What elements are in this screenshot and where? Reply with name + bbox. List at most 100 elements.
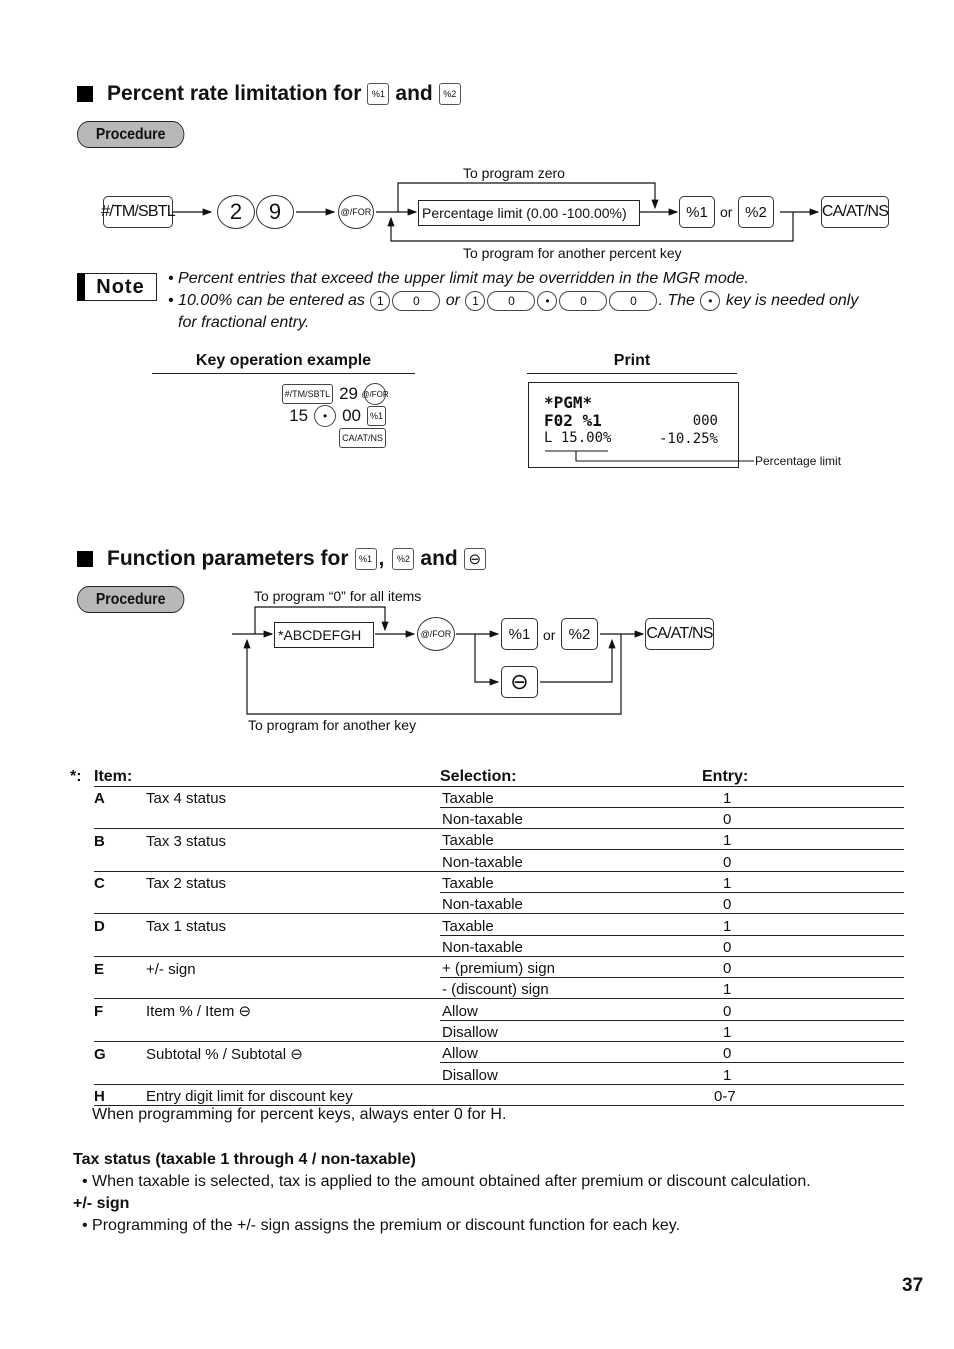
key-for: @/FOR	[417, 617, 455, 651]
selection-cell: Taxable	[440, 871, 702, 893]
entry-cell: 0	[702, 935, 904, 957]
selection-cell: Non-taxable	[440, 807, 702, 830]
item-letter	[94, 977, 146, 1000]
item-letter: H	[94, 1084, 146, 1106]
item-name	[146, 807, 440, 830]
spacer-cell	[70, 978, 94, 999]
item-name: Tax 4 status	[146, 790, 227, 808]
spacer-cell	[70, 935, 94, 956]
table-row: - (discount) sign 1	[70, 977, 904, 1000]
selection-cell: Non-taxable	[440, 935, 702, 957]
item-name	[146, 892, 440, 915]
selection-cell: Disallow	[440, 1020, 702, 1043]
spacer-cell	[70, 1042, 94, 1063]
item-name: Tax 3 status	[146, 832, 227, 850]
entry-cell: 1	[702, 871, 904, 893]
tax-status-text: • When taxable is selected, tax is appli…	[82, 1173, 811, 1190]
spacer-cell	[70, 829, 94, 850]
col-star: *:	[70, 768, 82, 785]
entry-cell: 1	[702, 913, 904, 936]
item-name	[146, 849, 440, 872]
table-row: E +/- sign + (premium) sign 0	[70, 956, 904, 979]
sign-text: • Programming of the +/- sign assigns th…	[82, 1217, 681, 1234]
item-name: Item % / Item ⊖	[146, 1003, 252, 1021]
label-program-another-key: To program for another key	[248, 717, 417, 733]
col-entry: Entry:	[702, 762, 904, 787]
spacer-cell	[70, 850, 94, 871]
spacer-cell	[70, 914, 94, 935]
selection-cell	[440, 1084, 702, 1106]
tax-status-heading: Tax status (taxable 1 through 4 / non-ta…	[73, 1151, 416, 1168]
table-row: A Tax 4 status Taxable 1	[70, 786, 904, 808]
page-number: 37	[902, 1275, 924, 1296]
selection-cell: Allow	[440, 1041, 702, 1064]
spacer-cell	[70, 807, 94, 828]
col-item: Item:	[94, 762, 440, 787]
item-letter: B	[94, 832, 105, 850]
entry-cell: 1	[702, 828, 904, 851]
item-name: Tax 1 status	[146, 918, 227, 936]
abcdefgh-box: *ABCDEFGH	[274, 622, 374, 648]
spacer-cell	[70, 892, 94, 913]
sign-heading: +/- sign	[73, 1195, 130, 1212]
spacer-cell	[70, 871, 94, 892]
item-letter	[94, 1062, 146, 1085]
item-letter: F	[94, 1003, 104, 1021]
selection-cell: Allow	[440, 998, 702, 1021]
entry-cell: 0	[702, 1041, 904, 1064]
table-row: Disallow 1	[70, 1020, 904, 1043]
flow2-connectors	[232, 606, 645, 715]
item-letter: G	[94, 1045, 106, 1063]
item-letter: E	[94, 960, 105, 978]
spacer-cell	[70, 1063, 94, 1084]
entry-cell: 0	[702, 892, 904, 915]
item-name: +/- sign	[146, 960, 196, 978]
key-minus: ⊖	[501, 666, 538, 698]
item-name: Tax 2 status	[146, 875, 227, 893]
selection-cell: Taxable	[440, 786, 702, 808]
table-row: D Tax 1 status Taxable 1	[70, 913, 904, 936]
table-row: B Tax 3 status Taxable 1	[70, 828, 904, 851]
table-row: Disallow 1	[70, 1062, 904, 1085]
key-percent1: %1	[501, 618, 538, 650]
table-row: Non-taxable 0	[70, 807, 904, 830]
item-letter	[94, 935, 146, 957]
key-percent2: %2	[561, 618, 598, 650]
item-name: Subtotal % / Subtotal ⊖	[146, 1045, 303, 1063]
table-footnote: When programming for percent keys, alway…	[92, 1106, 507, 1123]
item-letter	[94, 892, 146, 915]
col-selection: Selection:	[440, 762, 702, 787]
item-name	[146, 1020, 440, 1043]
key-caatns: CA/AT/NS	[645, 618, 714, 650]
label-program-zero-all: To program “0” for all items	[254, 588, 422, 604]
entry-cell: 0	[702, 849, 904, 872]
spacer-cell	[70, 999, 94, 1020]
selection-cell: Taxable	[440, 913, 702, 936]
item-letter: A	[94, 790, 105, 808]
selection-cell: Non-taxable	[440, 849, 702, 872]
selection-cell: - (discount) sign	[440, 977, 702, 1000]
table-row: C Tax 2 status Taxable 1	[70, 871, 904, 893]
item-name	[146, 1062, 440, 1085]
selection-cell: Disallow	[440, 1062, 702, 1085]
entry-cell: 0	[702, 998, 904, 1021]
entry-cell: 0-7	[702, 1084, 904, 1106]
item-name: Entry digit limit for discount key	[146, 1084, 440, 1106]
entry-cell: 0	[702, 807, 904, 830]
table-row: Non-taxable 0	[70, 892, 904, 915]
entry-cell: 0	[702, 956, 904, 979]
item-letter	[94, 807, 146, 830]
item-letter	[94, 849, 146, 872]
table-row: F Item % / Item ⊖ Allow 0	[70, 998, 904, 1021]
item-name	[146, 977, 440, 1000]
entry-cell: 1	[702, 1062, 904, 1085]
spacer-cell	[70, 786, 94, 807]
table-row: Non-taxable 0	[70, 935, 904, 957]
selection-cell: Taxable	[440, 828, 702, 851]
item-name	[146, 935, 440, 957]
spacer-cell	[70, 956, 94, 977]
table-row: G Subtotal % / Subtotal ⊖ Allow 0	[70, 1041, 904, 1064]
entry-cell: 1	[702, 977, 904, 1000]
item-letter: D	[94, 918, 105, 936]
table-header-row: *: Item: Selection: Entry:	[70, 762, 904, 787]
